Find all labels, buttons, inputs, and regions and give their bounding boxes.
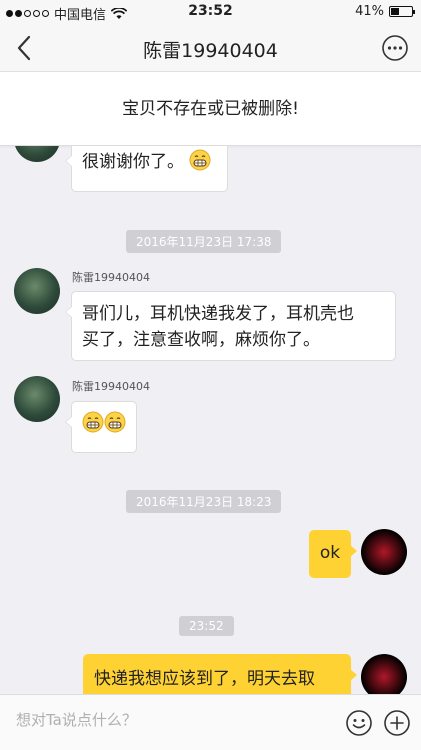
- message-bubble[interactable]: [65, 401, 137, 453]
- message-text: ok: [319, 543, 341, 563]
- message-bubble[interactable]: 快递我想应该到了，明天去取: [83, 654, 357, 694]
- message-text: 很谢谢你了。: [82, 152, 184, 172]
- avatar[interactable]: [14, 146, 60, 162]
- sender-name: 陈雷19940404: [72, 271, 150, 284]
- battery-percent: 41%: [355, 4, 384, 19]
- page-title: 陈雷19940404: [143, 40, 278, 62]
- avatar[interactable]: [14, 268, 60, 314]
- chat-list[interactable]: 很谢谢你了。 2016年11月23日 17:38 陈雷19940404 哥们儿，…: [0, 146, 421, 694]
- timestamp: 2016年11月23日 18:23: [126, 490, 282, 513]
- timestamp: 2016年11月23日 17:38: [126, 230, 282, 253]
- message-bubble[interactable]: 很谢谢你了。: [65, 146, 228, 192]
- grin-emoji-icon: [104, 411, 126, 433]
- message-bubble[interactable]: 哥们儿，耳机快递我发了，耳机壳也 买了，注意查收啊，麻烦你了。: [65, 291, 396, 361]
- message-bubble[interactable]: ok: [309, 530, 357, 578]
- battery-area: 41%: [355, 4, 415, 19]
- input-bar: [0, 694, 421, 750]
- timestamp: 23:52: [179, 616, 234, 636]
- grin-emoji-icon: [189, 149, 211, 171]
- smiley-icon[interactable]: [345, 709, 373, 737]
- battery-icon: [389, 6, 415, 17]
- status-bar: 中国电信 23:52 41%: [0, 0, 421, 24]
- message-text: 快递我想应该到了，明天去取: [94, 669, 315, 689]
- product-notice[interactable]: 宝贝不存在或已被删除!: [0, 72, 421, 146]
- grin-emoji-icon: [82, 411, 104, 433]
- avatar[interactable]: [361, 529, 407, 575]
- more-dots-icon[interactable]: [381, 34, 409, 62]
- avatar[interactable]: [14, 376, 60, 422]
- plus-circle-icon[interactable]: [383, 709, 411, 737]
- message-text: 哥们儿，耳机快递我发了，耳机壳也: [82, 304, 354, 324]
- sender-name: 陈雷19940404: [72, 380, 150, 393]
- message-input[interactable]: [16, 711, 326, 729]
- message-text: 买了，注意查收啊，麻烦你了。: [82, 330, 320, 350]
- nav-bar: 陈雷19940404: [0, 24, 421, 72]
- avatar[interactable]: [361, 654, 407, 694]
